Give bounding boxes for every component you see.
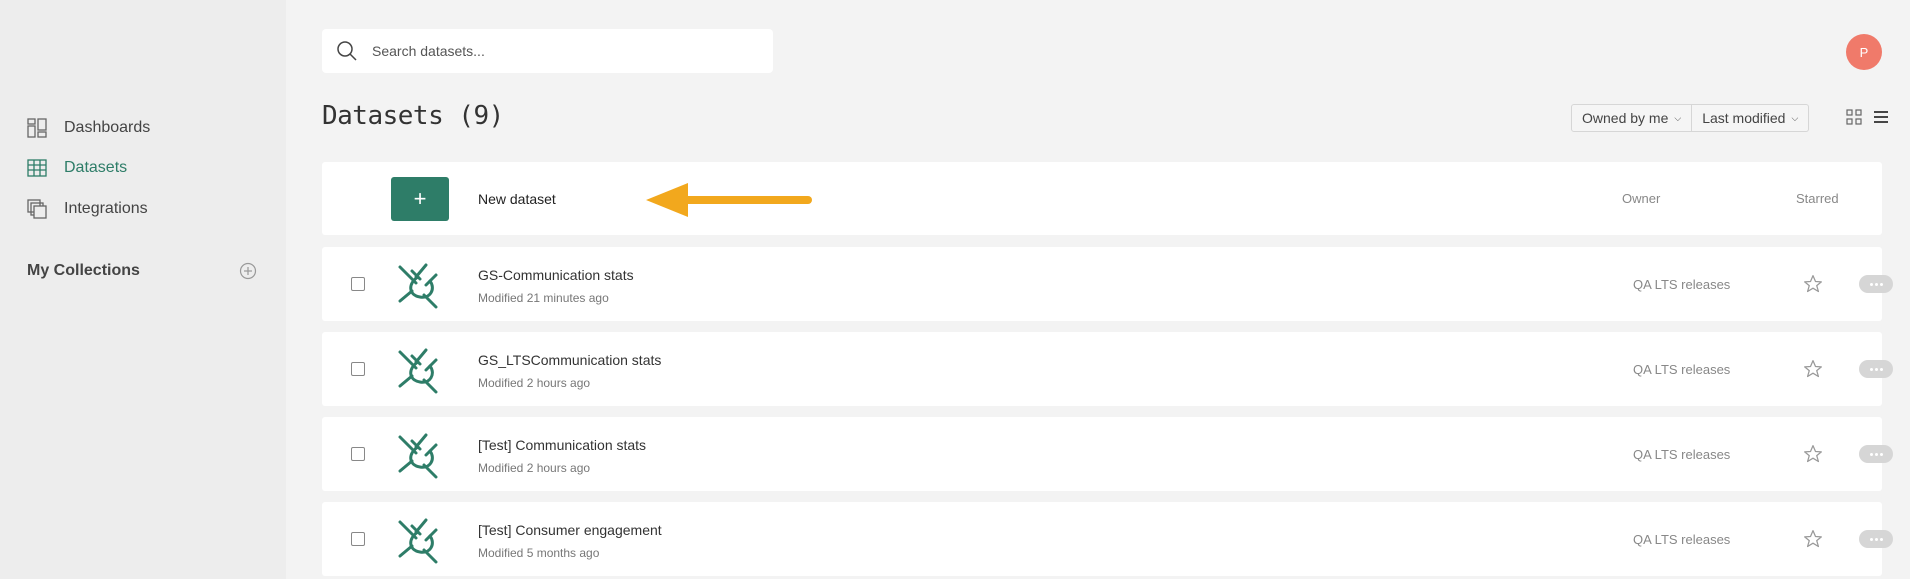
sidebar-item-dashboards[interactable]: Dashboards [27,113,150,143]
star-icon[interactable] [1803,274,1823,294]
filter-group: Owned by me ⌵ Last modified ⌵ [1571,104,1810,132]
row-checkbox[interactable] [351,362,365,376]
new-dataset-label[interactable]: New dataset [478,191,556,207]
owner-column-header: Owner [1622,191,1661,206]
sort-label: Last modified [1702,110,1786,126]
sidebar-item-label: Dashboards [64,119,151,136]
dataset-owner: QA LTS releases [1633,362,1731,377]
sidebar: Dashboards Datasets Integrations My Coll… [0,0,286,579]
sort-dropdown[interactable]: Last modified ⌵ [1692,104,1810,132]
dataset-plug-icon [398,433,438,479]
list-item[interactable]: GS-Communication stats Modified 21 minut… [322,247,1893,321]
more-options-button[interactable] [1859,360,1893,378]
list-item[interactable]: [Test] Communication stats Modified 2 ho… [322,417,1893,491]
dataset-plug-icon [398,348,438,394]
dashboards-icon [27,118,47,138]
sidebar-item-label: Integrations [64,200,148,217]
starred-column-header: Starred [1796,191,1839,206]
dataset-owner: QA LTS releases [1633,277,1731,292]
dataset-modified: Modified 5 months ago [478,546,600,560]
more-options-button[interactable] [1859,275,1893,293]
chevron-down-icon: ⌵ [1791,112,1799,123]
dataset-modified: Modified 2 hours ago [478,376,591,390]
list-view-icon[interactable] [1872,108,1890,126]
dataset-modified: Modified 2 hours ago [478,461,591,475]
sidebar-item-integrations[interactable]: Integrations [27,194,148,224]
arrow-annotation-icon [646,183,812,217]
list-item[interactable]: GS_LTSCommunication stats Modified 2 hou… [322,332,1893,406]
dataset-modified: Modified 21 minutes ago [478,291,609,305]
star-icon[interactable] [1803,444,1823,464]
search-icon [337,41,357,61]
dataset-name[interactable]: GS-Communication stats [478,267,634,283]
owner-filter-label: Owned by me [1582,110,1669,126]
row-checkbox[interactable] [351,532,365,546]
sidebar-item-label: Datasets [64,159,128,176]
dataset-plug-icon [398,518,438,564]
chevron-down-icon: ⌵ [1674,112,1682,123]
new-dataset-row: + New dataset Owner Starred [322,162,1882,235]
more-options-button[interactable] [1859,530,1893,548]
row-checkbox[interactable] [351,447,365,461]
main-content: P Datasets (9) Owned by me ⌵ Last modifi… [286,0,1910,579]
avatar[interactable]: P [1846,34,1882,70]
dataset-plug-icon [398,263,438,309]
my-collections-header: My Collections [27,262,257,280]
row-checkbox[interactable] [351,277,365,291]
search-input[interactable] [372,43,752,59]
new-dataset-button[interactable]: + [391,177,449,221]
dataset-name[interactable]: [Test] Consumer engagement [478,522,662,538]
sidebar-item-datasets[interactable]: Datasets [27,153,127,183]
star-icon[interactable] [1803,359,1823,379]
integrations-icon [27,199,47,219]
dataset-owner: QA LTS releases [1633,532,1731,547]
dataset-name[interactable]: GS_LTSCommunication stats [478,352,661,368]
dataset-name[interactable]: [Test] Communication stats [478,437,646,453]
dataset-owner: QA LTS releases [1633,447,1731,462]
star-icon[interactable] [1803,529,1823,549]
my-collections-label: My Collections [27,262,140,279]
owner-filter-dropdown[interactable]: Owned by me ⌵ [1571,104,1693,132]
grid-view-icon[interactable] [1845,108,1863,126]
search-bar[interactable] [322,29,773,73]
add-collection-icon[interactable] [239,262,257,280]
page-title: Datasets (9) [322,101,504,131]
datasets-icon [27,159,47,177]
list-item[interactable]: [Test] Consumer engagement Modified 5 mo… [322,502,1893,576]
more-options-button[interactable] [1859,445,1893,463]
